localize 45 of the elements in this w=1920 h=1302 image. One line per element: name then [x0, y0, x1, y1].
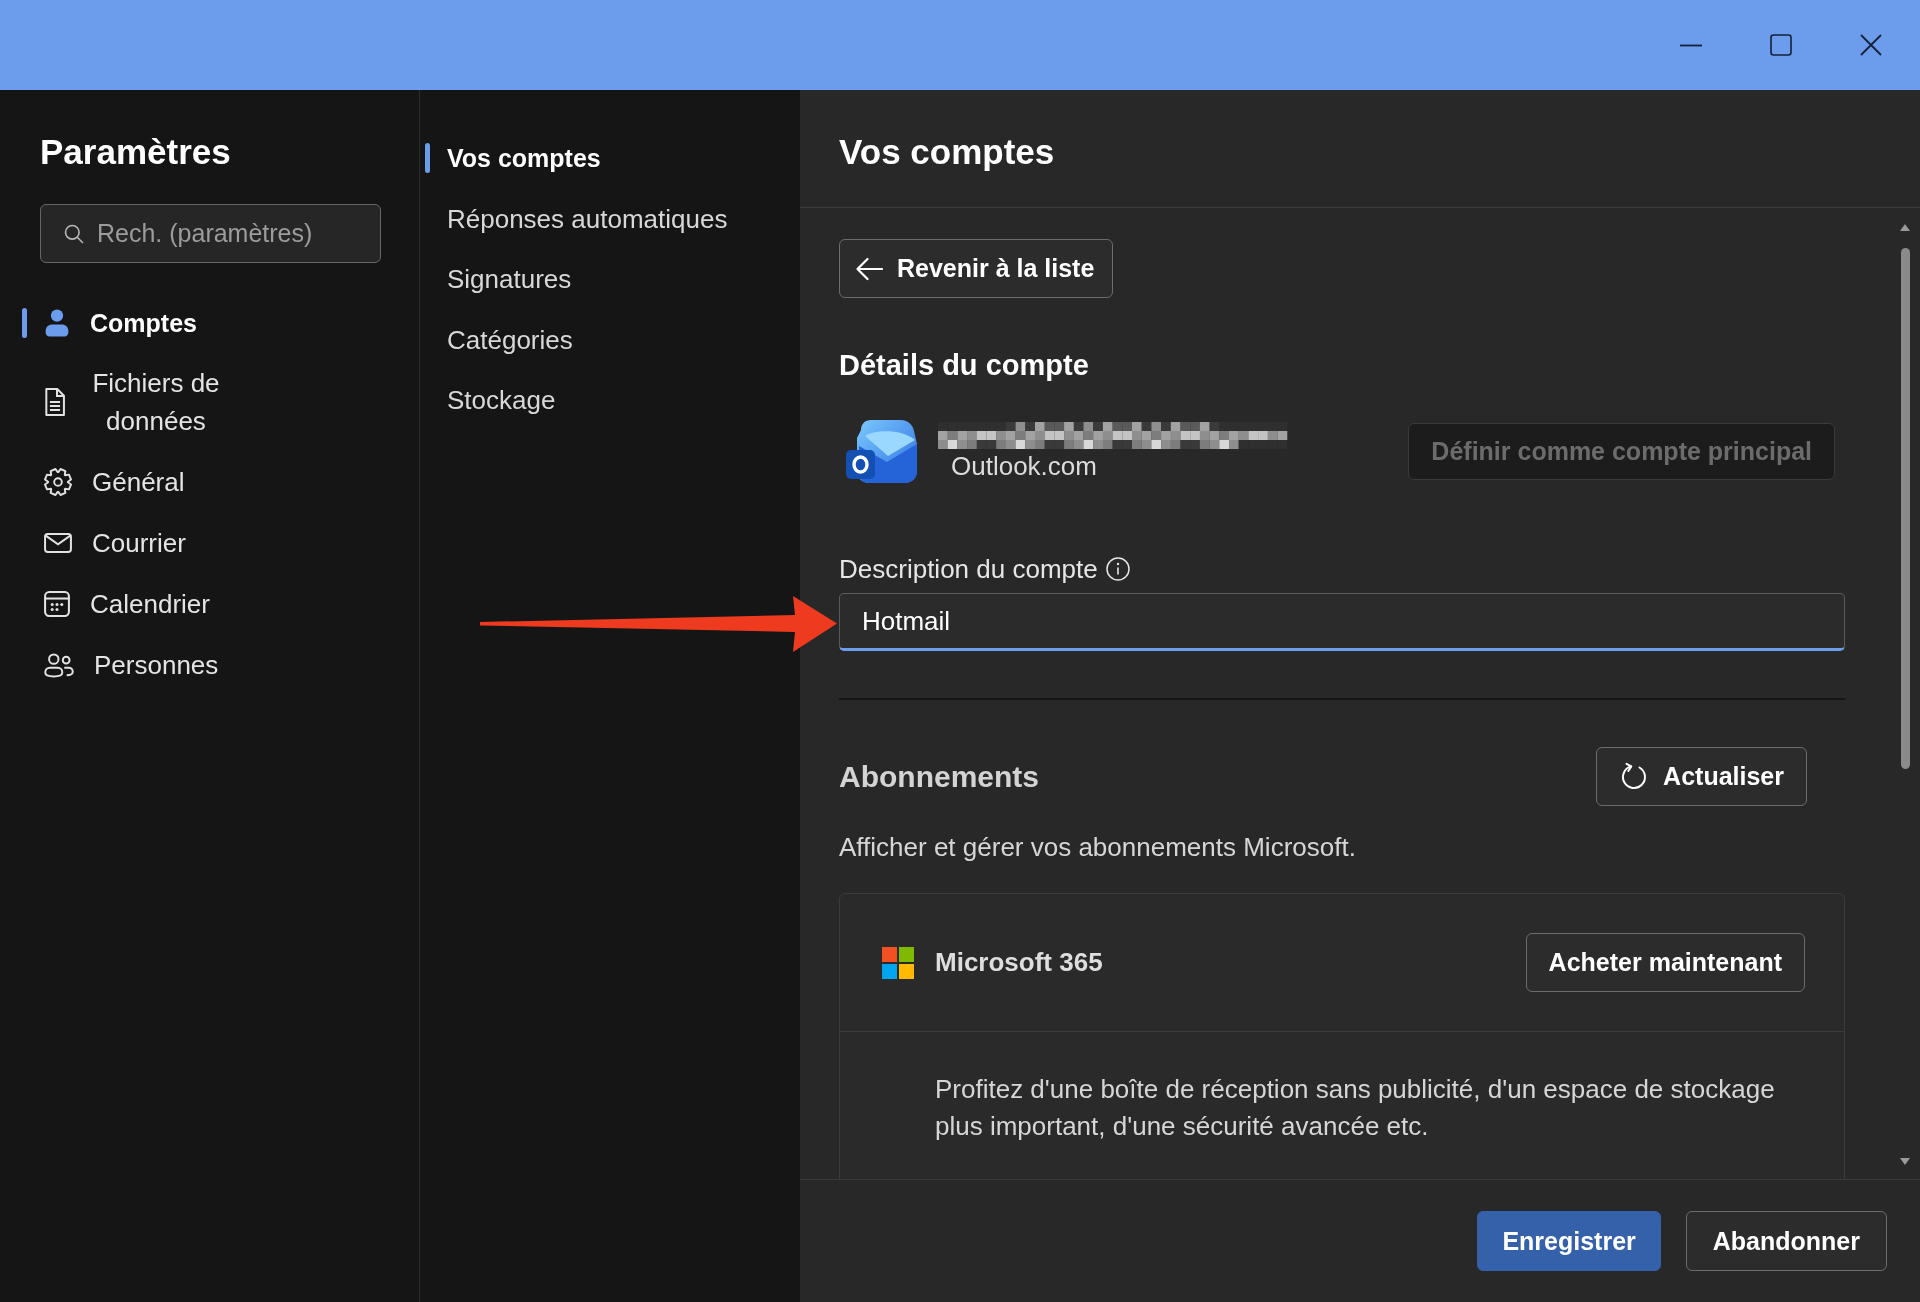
info-icon[interactable] [1105, 557, 1130, 581]
sidebar-item[interactable]: Comptes [44, 303, 197, 342]
sidebar-item[interactable]: Fichiers de données [44, 364, 226, 440]
field-label: Description du compte [839, 554, 1098, 584]
microsoft-logo-icon [882, 946, 914, 979]
maximize-icon[interactable] [1770, 34, 1792, 56]
search-field[interactable]: Rech. (paramètres) [40, 204, 381, 263]
account-provider: Outlook.com [951, 450, 1097, 481]
refresh-button[interactable]: Actualiser [1596, 747, 1807, 806]
close-icon[interactable] [1860, 34, 1882, 56]
subnav-item[interactable]: Stockage [447, 381, 556, 420]
page-title: Vos comptes [839, 131, 1055, 172]
gear-icon [44, 467, 72, 496]
minimize-icon[interactable] [1680, 43, 1702, 47]
sidebar-item[interactable]: Général [44, 462, 185, 501]
subnav-item[interactable]: Vos comptes [447, 139, 601, 178]
save-button[interactable]: Enregistrer [1477, 1211, 1661, 1271]
section-heading: Abonnements [839, 759, 1039, 794]
calendar-icon [44, 590, 70, 617]
document-icon [44, 388, 66, 416]
back-arrow-icon [855, 256, 883, 281]
selection-indicator [425, 143, 430, 174]
section-description: Afficher et gérer vos abonnements Microsoft. [839, 832, 1357, 862]
section-heading: Détails du compte [839, 348, 1090, 382]
sidebar-item[interactable]: Courrier [44, 523, 186, 562]
sidebar-title: Paramètres [40, 131, 232, 172]
selection-indicator [22, 307, 27, 338]
subnav-item[interactable]: Réponses automatiques [447, 199, 728, 238]
subnav-item[interactable]: Catégories [447, 320, 573, 359]
cancel-button[interactable]: Abandonner [1685, 1211, 1887, 1271]
people-icon [44, 651, 74, 678]
person-icon [44, 308, 70, 337]
scroll-up-icon[interactable] [1900, 224, 1910, 231]
scrollbar-thumb[interactable] [1900, 248, 1910, 769]
sidebar-item[interactable]: Personnes [44, 645, 219, 684]
subnav-item[interactable]: Signatures [447, 260, 572, 299]
scroll-down-icon[interactable] [1900, 1158, 1910, 1165]
product-description: Profitez d'une boîte de réception sans publicité, d'un espace de stockage plus important, d'une sécurité avancée etc. [935, 1073, 1776, 1143]
text-field[interactable]: Hotmail [839, 593, 1845, 651]
sidebar-item[interactable]: Calendrier [44, 584, 210, 623]
back-button[interactable]: Revenir à la liste [839, 239, 1114, 298]
search-icon [64, 224, 84, 244]
mail-icon [44, 531, 72, 554]
buy-button[interactable]: Acheter maintenant [1525, 933, 1805, 992]
product-name: Microsoft 365 [935, 946, 1103, 979]
